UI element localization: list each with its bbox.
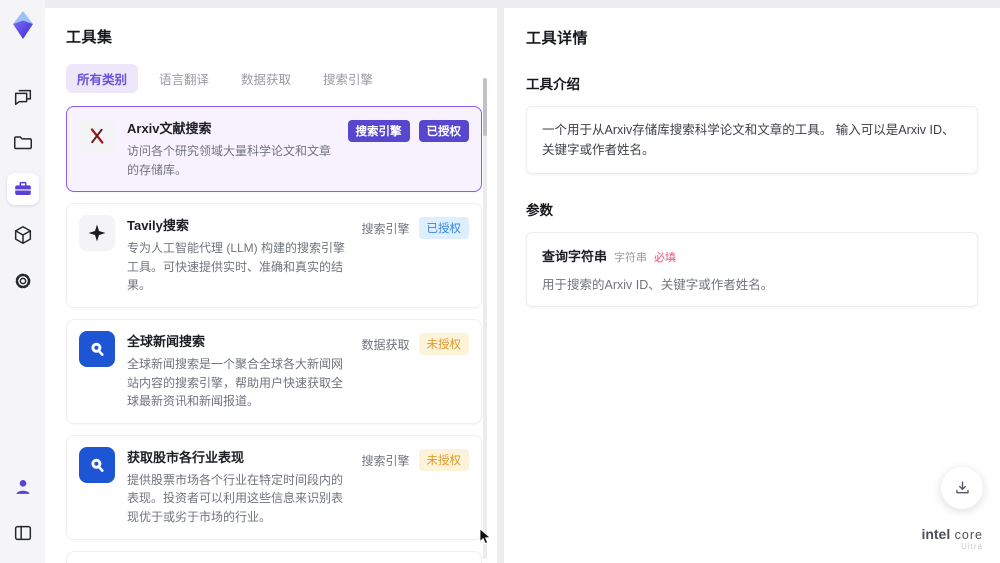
sidebar-item-chat[interactable] [7, 81, 39, 113]
sidebar-item-files[interactable] [7, 127, 39, 159]
download-button[interactable] [941, 467, 983, 509]
tools-panel: 工具集 所有类别 语言翻译 数据获取 搜索引擎 Arxiv文献搜索 访问各个研究… [45, 8, 497, 563]
app-logo [9, 10, 37, 45]
tool-intro-text: 一个用于从Arxiv存储库搜索科学论文和文章的工具。 输入可以是Arxiv ID… [542, 123, 955, 157]
tool-category-tag: 数据获取 [361, 337, 410, 352]
tool-list: Arxiv文献搜索 访问各个研究领域大量科学论文和文章的存储库。 搜索引擎 已授… [66, 106, 482, 563]
toolbox-icon [14, 181, 31, 195]
scrollbar-track [483, 78, 487, 559]
category-tab[interactable]: 语言翻译 [148, 64, 220, 93]
tool-description: 访问各个研究领域大量科学论文和文章的存储库。 [127, 144, 332, 177]
tool-card[interactable]: 全球新闻搜索 全球新闻搜索是一个聚合全球各大新闻网站内容的搜索引擎，帮助用户快速… [66, 318, 482, 424]
blue-search-logo-icon [79, 330, 115, 367]
category-tab[interactable]: 搜索引擎 [312, 64, 384, 93]
download-icon [955, 480, 969, 493]
tool-description: 全球新闻搜索是一个聚合全球各大新闻网站内容的搜索引擎，帮助用户快速获取全球最新资… [127, 356, 344, 409]
sidebar-item-settings[interactable] [7, 265, 39, 297]
sidebar-item-models[interactable] [7, 219, 39, 251]
tool-auth-badge: 已授权 [418, 217, 469, 240]
tool-category-tag: 搜索引擎 [361, 222, 410, 237]
category-tab[interactable]: 数据获取 [230, 64, 302, 93]
brand-intel: intel [921, 525, 951, 542]
brand-ultra: Ultra [961, 542, 983, 552]
parameter-description: 用于搜索的Arxiv ID、关键字或作者姓名。 [542, 278, 774, 292]
tool-description: 提供股票市场各个行业在特定时间段内的表现。投资者可以利用这些信息来识别表现优于或… [127, 472, 344, 524]
tool-description: 专为人工智能代理 (LLM) 构建的搜索引擎工具。可快速提供实时、准确和真实的结… [127, 241, 346, 293]
 [18, 89, 31, 100]
parameter-box: 查询字符串 字符串 必填 用于搜索的Arxiv ID、关键字或作者姓名。 [526, 232, 978, 307]
intel-core-badge: intel core Ultra [921, 526, 983, 552]
tool-card[interactable]: 获取市场最活跃股票信息 提供当天交易量最高的股票列表，投资者可以利用这些信息来识… [66, 550, 482, 563]
tavily-star-icon [79, 215, 115, 252]
parameter-type: 字符串 [614, 252, 648, 264]
tool-card[interactable]: 获取股市各行业表现 提供股票市场各个行业在特定时间段内的表现。投资者可以利用这些… [66, 434, 482, 540]
category-tab[interactable]: 所有类别 [66, 64, 139, 93]
tool-intro-box: 一个用于从Arxiv存储库搜索科学论文和文章的工具。 输入可以是Arxiv ID… [526, 106, 978, 174]
intro-section-title: 工具介绍 [526, 77, 580, 92]
tool-auth-badge: 未授权 [418, 332, 469, 355]
parameter-name: 查询字符串 [542, 249, 608, 264]
tools-panel-title: 工具集 [66, 29, 113, 46]
blue-search-logo-icon [79, 446, 115, 483]
brand-core: core [954, 527, 983, 542]
content-area: 工具集 所有类别 语言翻译 数据获取 搜索引擎 Arxiv文献搜索 访问各个研究… [45, 8, 1000, 563]
app-window: 工具集 所有类别 语言翻译 数据获取 搜索引擎 Arxiv文献搜索 访问各个研究… [0, 0, 1000, 563]
sidebar [0, 0, 45, 563]
tool-title: Arxiv文献搜索 [127, 121, 212, 136]
tool-card[interactable]: Tavily搜索 专为人工智能代理 (LLM) 构建的搜索引擎工具。可快速提供实… [66, 203, 482, 308]
arxiv-logo-icon [79, 118, 115, 154]
tool-category-tag: 搜索引擎 [361, 453, 410, 468]
gear-icon [15, 273, 30, 289]
params-section-title: 参数 [526, 203, 553, 218]
user-icon [15, 480, 30, 494]
tool-auth-badge: 已授权 [418, 120, 469, 142]
sidebar-item-panel-toggle[interactable] [7, 517, 39, 549]
parameter-required-flag: 必填 [654, 252, 677, 264]
sidebar-item-profile[interactable] [7, 471, 39, 503]
tool-title: 全球新闻搜索 [127, 333, 206, 349]
tool-title: Tavily搜索 [127, 218, 189, 234]
tool-card[interactable]: Arxiv文献搜索 访问各个研究领域大量科学论文和文章的存储库。 搜索引擎 已授… [66, 106, 482, 193]
tool-detail-panel: 工具详情 工具介绍 一个用于从Arxiv存储库搜索科学论文和文章的工具。 输入可… [504, 8, 1000, 563]
detail-panel-title: 工具详情 [526, 30, 589, 47]
tool-auth-badge: 未授权 [418, 448, 469, 471]
mouse-cursor [479, 528, 492, 545]
category-tabs: 所有类别 语言翻译 数据获取 搜索引擎 [66, 64, 497, 93]
sidebar-item-tools[interactable] [6, 173, 39, 205]
tool-title: 获取股市各行业表现 [127, 449, 245, 465]
tool-category-tag: 搜索引擎 [347, 120, 410, 142]
scrollbar-thumb[interactable] [483, 78, 487, 136]
